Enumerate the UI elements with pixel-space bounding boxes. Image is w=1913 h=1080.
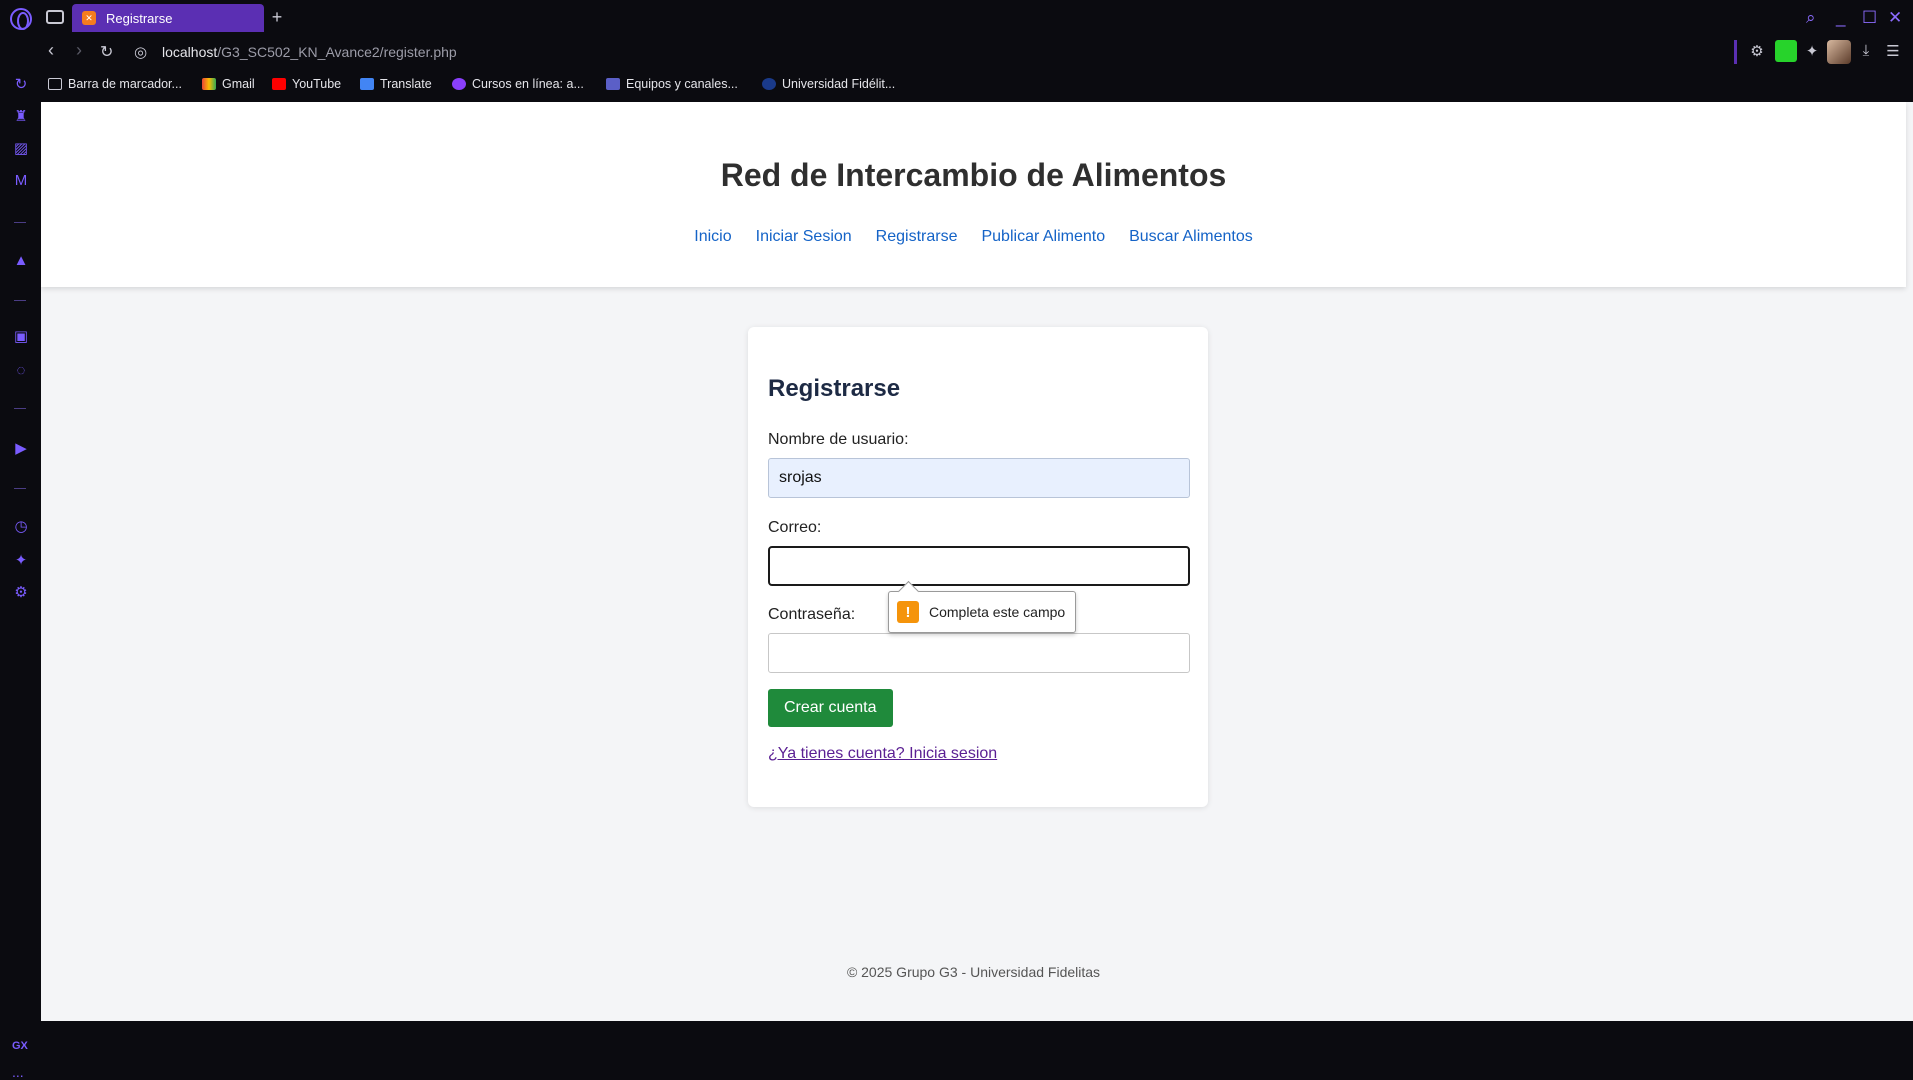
url-host: localhost bbox=[162, 44, 218, 60]
gmail-icon bbox=[202, 78, 216, 90]
speed-dial-icon[interactable]: ↻ bbox=[12, 76, 30, 94]
green-extension-icon[interactable] bbox=[1775, 40, 1797, 62]
validation-tooltip: ! Completa este campo bbox=[888, 591, 1077, 633]
email-label: Correo: bbox=[768, 519, 822, 536]
whatsapp-icon[interactable]: ◌ bbox=[12, 362, 30, 380]
bookmark-gmail[interactable]: Gmail bbox=[202, 77, 255, 91]
twitch-icon[interactable]: ▣ bbox=[12, 328, 30, 346]
xampp-favicon-icon: ✕ bbox=[82, 11, 96, 25]
maximize-icon[interactable]: ☐ bbox=[1862, 8, 1877, 28]
bookmark-label: Translate bbox=[380, 77, 432, 91]
folder-icon bbox=[48, 78, 62, 90]
settings-icon[interactable]: ⚙ bbox=[12, 584, 30, 602]
toolbar-divider bbox=[1734, 40, 1737, 64]
site-title: Red de Intercambio de Alimentos bbox=[720, 157, 1227, 193]
bookmark-label: YouTube bbox=[292, 77, 342, 91]
translate-icon bbox=[360, 78, 374, 90]
email-input[interactable] bbox=[768, 546, 1190, 586]
site-header: Red de Intercambio de Alimentos Inicio I… bbox=[41, 102, 1906, 287]
register-card: Registrarse Nombre de usuario: Correo: C… bbox=[748, 327, 1208, 807]
ai-assistant-icon[interactable]: ♜ bbox=[12, 108, 30, 126]
validation-message: Completa este campo bbox=[929, 604, 1066, 620]
bookmark-label: Universidad Fidélit... bbox=[782, 77, 896, 91]
more-icon[interactable]: ... bbox=[12, 1064, 24, 1080]
bookmark-label: Gmail bbox=[222, 77, 255, 91]
sidebar-divider bbox=[14, 408, 26, 409]
extensions-puzzle-icon[interactable]: ✦ bbox=[1803, 42, 1821, 60]
bookmark-label: Barra de marcador... bbox=[68, 77, 182, 91]
profile-avatar[interactable] bbox=[1827, 40, 1851, 64]
login-link[interactable]: ¿Ya tienes cuenta? Inicia sesion bbox=[768, 745, 997, 763]
extensions-icon[interactable]: ✦ bbox=[12, 552, 30, 570]
new-tab-button[interactable]: + bbox=[268, 8, 286, 27]
minimize-icon[interactable]: _ bbox=[1836, 8, 1845, 28]
nav-buscar-alimentos[interactable]: Buscar Alimentos bbox=[1129, 228, 1253, 246]
browser-sidebar: ↻ ♜ ▨ M ▲ ▣ ◌ ▶ ◷ ✦ ⚙ GX ... bbox=[0, 68, 41, 1080]
url-field[interactable]: localhost/G3_SC502_KN_Avance2/register.p… bbox=[162, 44, 457, 60]
gx-control-icon[interactable]: GX bbox=[12, 1040, 28, 1052]
opera-gx-logo-icon[interactable] bbox=[10, 8, 32, 30]
tab-islands-icon[interactable] bbox=[46, 10, 64, 24]
gx-corner-icon[interactable]: ▲ bbox=[12, 252, 30, 270]
nav-publicar-alimento[interactable]: Publicar Alimento bbox=[981, 228, 1105, 246]
bookmark-universidad[interactable]: Universidad Fidélit... bbox=[762, 77, 895, 91]
youtube-icon bbox=[272, 78, 286, 90]
history-icon[interactable]: ◷ bbox=[12, 518, 30, 536]
bookmark-youtube[interactable]: YouTube bbox=[272, 77, 341, 91]
search-tabs-icon[interactable]: ⌕ bbox=[1806, 8, 1816, 28]
sidebar-divider bbox=[14, 222, 26, 223]
bookmarks-bar: Barra de marcador... Gmail YouTube Trans… bbox=[0, 68, 1913, 102]
nav-iniciar-sesion[interactable]: Iniciar Sesion bbox=[756, 228, 852, 246]
username-label: Nombre de usuario: bbox=[768, 431, 909, 448]
back-icon[interactable]: ‹ bbox=[48, 40, 54, 61]
reload-icon[interactable]: ↻ bbox=[100, 42, 113, 62]
warning-icon: ! bbox=[897, 601, 919, 623]
udemy-icon bbox=[452, 78, 466, 90]
nav-registrarse[interactable]: Registrarse bbox=[876, 228, 958, 246]
bookmark-cursos[interactable]: Cursos en línea: a... bbox=[452, 77, 584, 91]
bookmark-teams[interactable]: Equipos y canales... bbox=[606, 77, 738, 91]
nav-inicio[interactable]: Inicio bbox=[694, 228, 731, 246]
notes-icon[interactable]: ▨ bbox=[12, 140, 30, 158]
page-viewport: Red de Intercambio de Alimentos Inicio I… bbox=[41, 102, 1913, 1021]
address-bar: ‹ › ↻ ◎ localhost/G3_SC502_KN_Avance2/re… bbox=[0, 36, 1913, 68]
settings-extension-icon[interactable]: ⚙ bbox=[1748, 42, 1766, 60]
sidebar-divider bbox=[14, 300, 26, 301]
form-heading: Registrarse bbox=[768, 375, 901, 402]
forward-icon[interactable]: › bbox=[76, 40, 82, 61]
sidebar-divider bbox=[14, 488, 26, 489]
menu-icon[interactable]: ☰ bbox=[1884, 42, 1902, 60]
bookmark-translate[interactable]: Translate bbox=[360, 77, 432, 91]
site-footer: © 2025 Grupo G3 - Universidad Fidelitas bbox=[846, 964, 1101, 980]
browser-tab-bar: ✕ Registrarse + ⌕ _ ☐ ✕ bbox=[0, 0, 1913, 36]
download-icon[interactable]: ⤓ bbox=[1857, 42, 1875, 60]
password-input[interactable] bbox=[768, 633, 1190, 673]
bookmark-label: Equipos y canales... bbox=[626, 77, 738, 91]
create-account-button[interactable]: Crear cuenta bbox=[768, 689, 893, 727]
teams-icon bbox=[606, 78, 620, 90]
site-nav: Inicio Iniciar Sesion Registrarse Public… bbox=[41, 228, 1906, 246]
bookmark-folder[interactable]: Barra de marcador... bbox=[48, 77, 182, 91]
username-input[interactable] bbox=[768, 458, 1190, 498]
university-icon bbox=[762, 78, 776, 90]
player-icon[interactable]: ▶ bbox=[12, 440, 30, 458]
bookmark-label: Cursos en línea: a... bbox=[472, 77, 584, 91]
globe-icon: ◎ bbox=[134, 44, 148, 61]
messenger-icon[interactable]: M bbox=[12, 172, 30, 190]
url-path: /G3_SC502_KN_Avance2/register.php bbox=[217, 44, 457, 60]
tab-title: Registrarse bbox=[106, 10, 173, 26]
password-label: Contraseña: bbox=[768, 606, 856, 623]
tab-registrarse[interactable]: ✕ Registrarse bbox=[72, 4, 264, 32]
close-window-icon[interactable]: ✕ bbox=[1888, 8, 1902, 28]
